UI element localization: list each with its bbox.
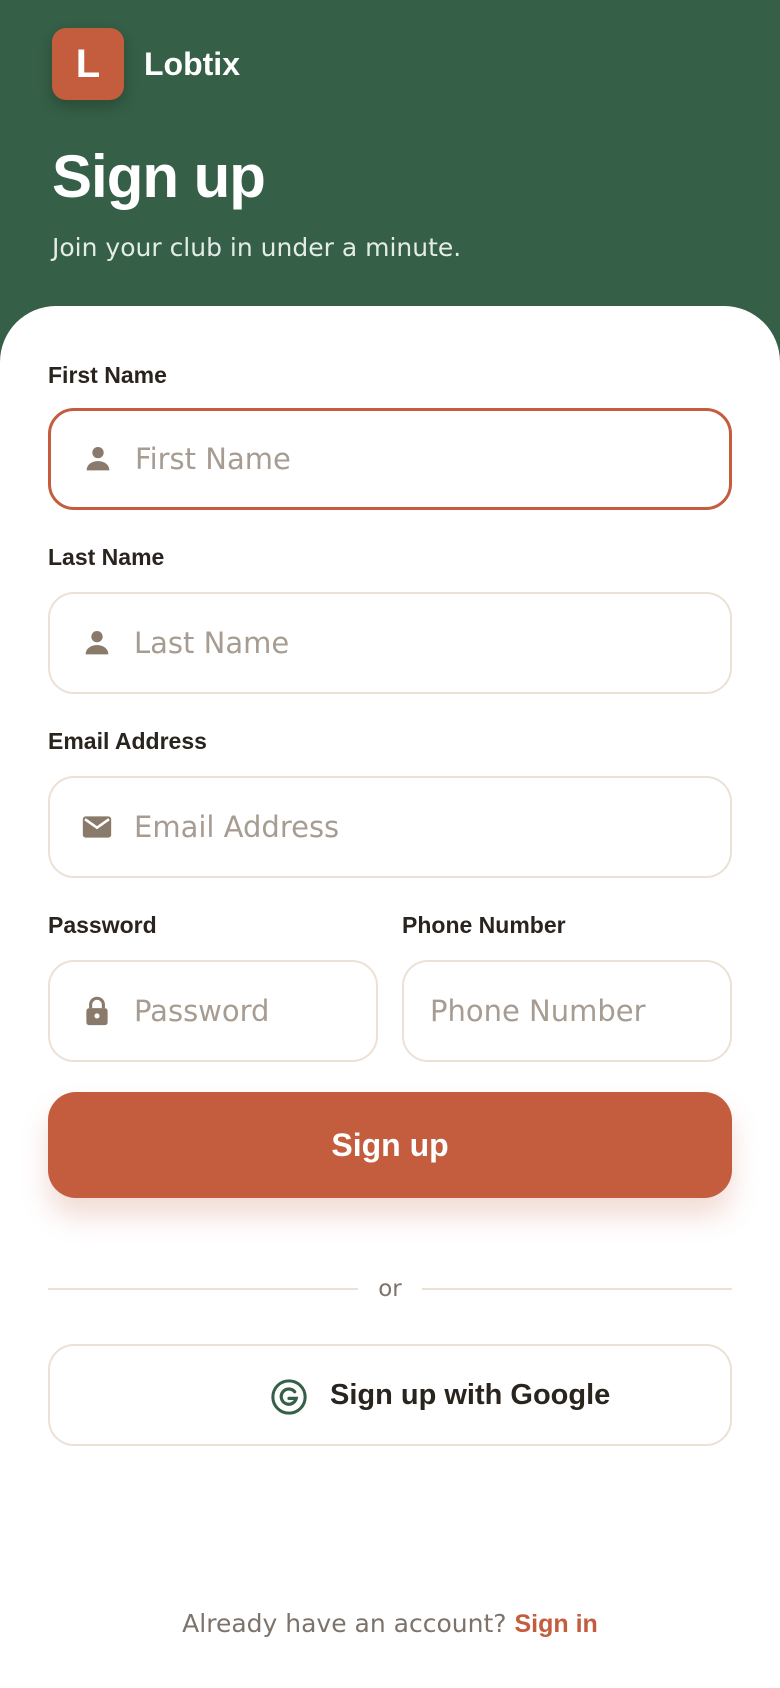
first-name-input[interactable] bbox=[135, 411, 709, 507]
google-signup-label: Sign up with Google bbox=[330, 1379, 611, 1411]
person-icon bbox=[86, 446, 110, 471]
last-name-label: Last Name bbox=[48, 544, 165, 570]
password-label: Password bbox=[48, 912, 157, 938]
email-input[interactable] bbox=[134, 778, 710, 876]
person-icon bbox=[85, 630, 109, 655]
footer-prompt-text: Already have an account? bbox=[182, 1609, 507, 1638]
divider-line-right bbox=[422, 1288, 732, 1290]
lock-icon bbox=[86, 996, 108, 1026]
first-name-field[interactable] bbox=[48, 408, 732, 510]
page-title: Sign up bbox=[52, 143, 266, 210]
phone-label: Phone Number bbox=[402, 912, 566, 938]
divider-line-left bbox=[48, 1288, 358, 1290]
brand-logo: L bbox=[52, 28, 124, 100]
phone-field[interactable] bbox=[402, 960, 732, 1062]
last-name-input[interactable] bbox=[134, 594, 710, 692]
email-label: Email Address bbox=[48, 728, 207, 754]
password-field[interactable] bbox=[48, 960, 378, 1062]
google-g-icon bbox=[271, 1379, 307, 1415]
header: L Lobtix Sign up Join your club in under… bbox=[0, 0, 780, 340]
sign-up-button[interactable]: Sign up bbox=[48, 1092, 732, 1198]
brand-name: Lobtix bbox=[144, 46, 240, 82]
phone-input[interactable] bbox=[430, 962, 710, 1060]
sign-in-link[interactable]: Sign in bbox=[514, 1610, 597, 1638]
first-name-label: First Name bbox=[48, 362, 167, 388]
password-input[interactable] bbox=[134, 962, 356, 1060]
google-signup-button[interactable]: Sign up with Google bbox=[48, 1344, 732, 1446]
footer-prompt: Already have an account? Sign in bbox=[0, 1604, 780, 1644]
mail-icon bbox=[82, 816, 112, 838]
page-subtitle: Join your club in under a minute. bbox=[52, 233, 462, 262]
divider-text: or bbox=[378, 1276, 402, 1302]
last-name-field[interactable] bbox=[48, 592, 732, 694]
email-field[interactable] bbox=[48, 776, 732, 878]
